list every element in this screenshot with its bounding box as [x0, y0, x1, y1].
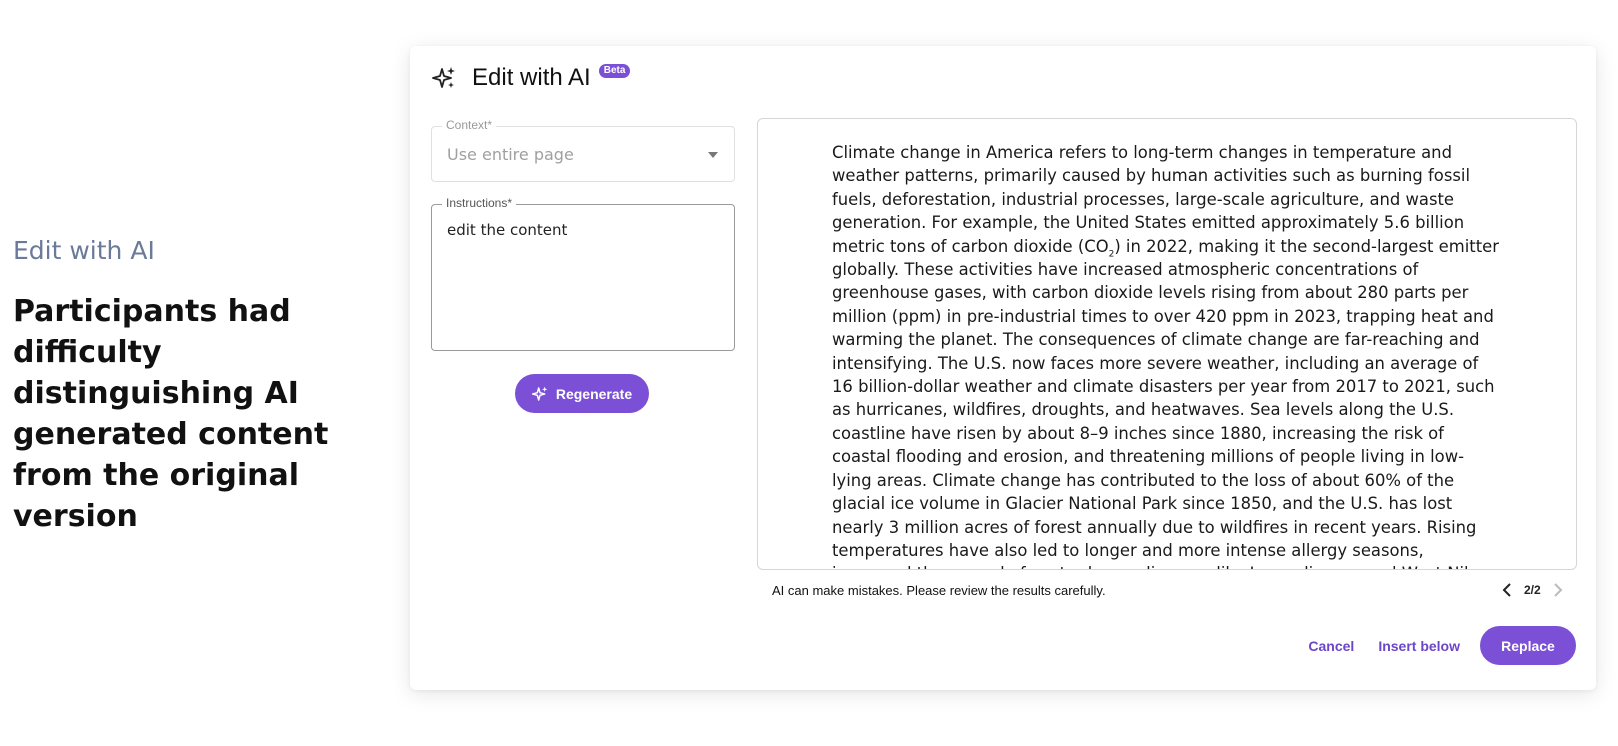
replace-button[interactable]: Replace — [1480, 626, 1576, 665]
footer-actions: Cancel Insert below Replace — [1284, 626, 1576, 665]
dialog-title: Edit with AI — [472, 64, 591, 91]
chevron-down-icon[interactable] — [708, 152, 718, 158]
chevron-right-icon[interactable] — [1547, 579, 1569, 601]
cancel-button[interactable]: Cancel — [1308, 638, 1354, 654]
context-value: Use entire page — [447, 145, 574, 164]
pager-count: 2/2 — [1524, 583, 1541, 597]
sparkle-icon — [531, 386, 548, 402]
regenerate-label: Regenerate — [555, 385, 633, 402]
result-pager: 2/2 — [1496, 579, 1569, 601]
context-label: Context* — [442, 118, 497, 132]
instructions-field[interactable]: Instructions* edit the content — [431, 196, 735, 351]
side-caption: Edit with AI Participants had difficulty… — [13, 236, 373, 537]
dialog-header: Edit with AI Beta — [432, 64, 631, 92]
beta-badge: Beta — [598, 64, 631, 78]
edit-with-ai-dialog: Edit with AI Beta Context* Use entire pa… — [410, 46, 1596, 690]
ai-result-text-part2: ) in 2022, making it the second-largest … — [832, 236, 1499, 569]
ai-result-text: Climate change in America refers to long… — [832, 141, 1502, 569]
regenerate-button[interactable]: Regenerate — [515, 374, 649, 413]
caption-title: Participants had difficulty distinguishi… — [13, 294, 329, 534]
instructions-input[interactable]: edit the content — [447, 221, 717, 239]
ai-result-panel[interactable]: Climate change in America refers to long… — [757, 118, 1577, 570]
context-select[interactable]: Context* Use entire page — [431, 118, 735, 182]
ai-disclaimer: AI can make mistakes. Please review the … — [772, 583, 1106, 598]
insert-below-button[interactable]: Insert below — [1378, 638, 1460, 654]
chevron-left-icon[interactable] — [1496, 579, 1518, 601]
caption-kicker: Edit with AI — [13, 236, 155, 265]
instructions-label: Instructions* — [442, 196, 517, 210]
sparkle-icon — [432, 66, 456, 90]
